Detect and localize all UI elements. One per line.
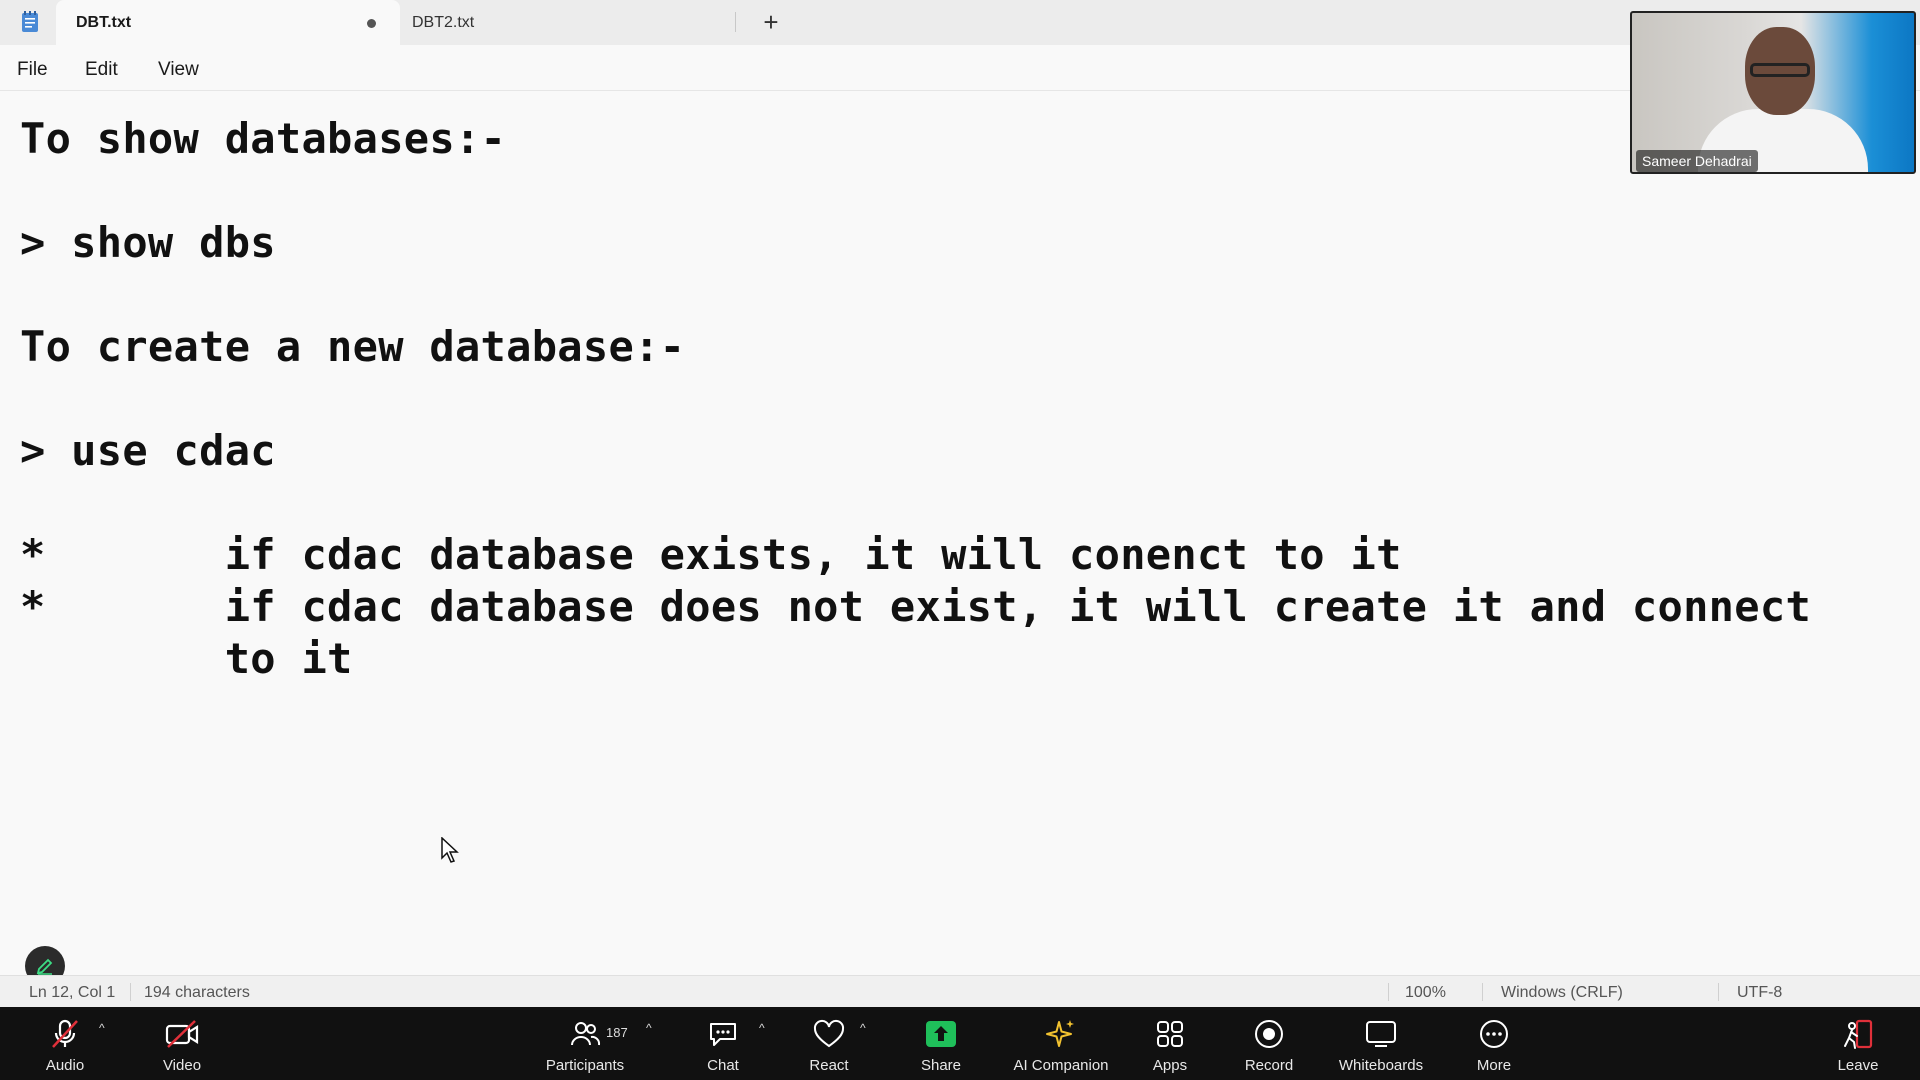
line-ending[interactable]: Windows (CRLF) bbox=[1501, 984, 1623, 1002]
status-bar: Ln 12, Col 1 194 characters 100% Windows… bbox=[0, 975, 1920, 1007]
status-separator bbox=[130, 983, 131, 1001]
video-button[interactable]: Video bbox=[122, 1017, 242, 1077]
menu-view[interactable]: View bbox=[158, 59, 199, 81]
notepad-icon bbox=[22, 11, 38, 32]
pen-icon bbox=[36, 958, 53, 975]
video-label: Video bbox=[162, 1057, 202, 1074]
participant-video-tile[interactable]: Sameer Dehadrai bbox=[1630, 11, 1916, 174]
editor-line: To show databases:- bbox=[20, 114, 507, 163]
record-button[interactable]: Record bbox=[1209, 1017, 1329, 1077]
participants-icon bbox=[571, 1022, 601, 1046]
audio-label: Audio bbox=[45, 1057, 85, 1074]
apps-grid-icon bbox=[1157, 1021, 1183, 1047]
editor-line: * if cdac database does not exist, it wi… bbox=[20, 582, 1812, 631]
leave-label: Leave bbox=[1837, 1057, 1879, 1074]
share-screen-icon bbox=[926, 1021, 956, 1047]
participants-options-chevron-icon[interactable]: ^ bbox=[646, 1021, 652, 1035]
whiteboard-icon bbox=[1366, 1021, 1396, 1047]
participants-label: Participants bbox=[545, 1057, 625, 1074]
heart-icon bbox=[813, 1019, 845, 1048]
whiteboards-label: Whiteboards bbox=[1338, 1057, 1424, 1074]
share-label: Share bbox=[920, 1057, 962, 1074]
chat-options-chevron-icon[interactable]: ^ bbox=[759, 1021, 765, 1035]
ai-companion-button[interactable]: AI Companion bbox=[1001, 1017, 1121, 1077]
editor-line: > use cdac bbox=[20, 426, 276, 475]
tab-label: DBT2.txt bbox=[412, 13, 475, 31]
menu-file[interactable]: File bbox=[17, 59, 48, 81]
apps-label: Apps bbox=[1152, 1057, 1188, 1074]
status-separator bbox=[1718, 983, 1719, 1001]
editor-line: * if cdac database exists, it will conen… bbox=[20, 530, 1402, 579]
chat-icon bbox=[710, 1023, 736, 1046]
share-button[interactable]: Share bbox=[881, 1017, 1001, 1077]
react-options-chevron-icon[interactable]: ^ bbox=[860, 1021, 866, 1035]
participant-video-glasses bbox=[1750, 63, 1810, 77]
record-label: Record bbox=[1244, 1057, 1294, 1074]
tab-separator bbox=[735, 12, 736, 32]
whiteboards-button[interactable]: Whiteboards bbox=[1321, 1017, 1441, 1077]
more-button[interactable]: More bbox=[1434, 1017, 1554, 1077]
audio-button[interactable]: Audio bbox=[5, 1017, 125, 1077]
menu-edit[interactable]: Edit bbox=[85, 59, 118, 81]
zoom-level[interactable]: 100% bbox=[1405, 984, 1446, 1002]
leave-door-icon bbox=[1844, 1019, 1873, 1049]
text-editor[interactable]: To show databases:- > show dbs To create… bbox=[0, 91, 1920, 971]
meeting-toolbar: Audio ^ Video Participants 187 ^ Chat ^ … bbox=[0, 1007, 1920, 1080]
leave-button[interactable]: Leave bbox=[1798, 1017, 1918, 1077]
more-dots-icon bbox=[1480, 1020, 1508, 1048]
mouse-pointer-icon bbox=[441, 837, 459, 863]
encoding[interactable]: UTF-8 bbox=[1737, 984, 1782, 1002]
tab-dbt2[interactable]: DBT2.txt bbox=[400, 0, 736, 45]
ai-sparkle-icon bbox=[1046, 1020, 1074, 1047]
status-separator bbox=[1388, 983, 1389, 1001]
audio-options-chevron-icon[interactable]: ^ bbox=[99, 1021, 105, 1035]
react-label: React bbox=[809, 1057, 849, 1074]
character-count: 194 characters bbox=[144, 984, 250, 1001]
participant-name: Sameer Dehadrai bbox=[1636, 150, 1758, 172]
chat-label: Chat bbox=[707, 1057, 739, 1074]
more-label: More bbox=[1476, 1057, 1512, 1074]
microphone-muted-icon bbox=[52, 1019, 78, 1048]
tab-dbt[interactable]: DBT.txt bbox=[56, 0, 400, 45]
status-separator bbox=[1482, 983, 1483, 1001]
ai-companion-label: AI Companion bbox=[1013, 1057, 1109, 1074]
editor-line: > show dbs bbox=[20, 218, 276, 267]
react-button[interactable]: React bbox=[769, 1017, 889, 1077]
app-window: DBT.txt DBT2.txt + File Edit View To sho… bbox=[0, 0, 1920, 1080]
editor-line: to it bbox=[20, 634, 353, 683]
record-icon bbox=[1255, 1020, 1283, 1048]
cursor-position: Ln 12, Col 1 bbox=[29, 984, 116, 1001]
chat-button[interactable]: Chat bbox=[663, 1017, 783, 1077]
participant-count: 187 bbox=[606, 1025, 628, 1040]
editor-line: To create a new database:- bbox=[20, 322, 686, 371]
unsaved-dot-icon[interactable] bbox=[367, 19, 376, 28]
tab-label: DBT.txt bbox=[76, 13, 132, 31]
new-tab-button[interactable]: + bbox=[756, 7, 786, 37]
camera-off-icon bbox=[165, 1020, 199, 1048]
